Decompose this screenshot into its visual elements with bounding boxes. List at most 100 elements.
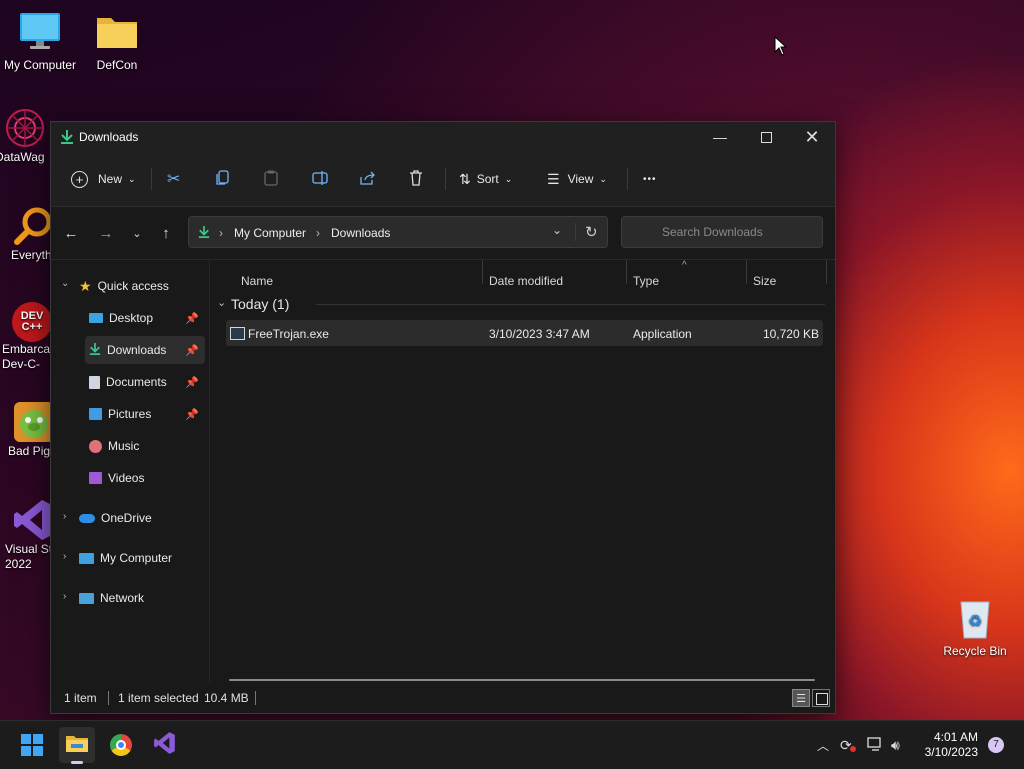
sidebar-item-videos[interactable]: Videos xyxy=(85,464,205,492)
navigation-pane: ⌄ ★ Quick access Desktop 📌 Downloads 📌 D… xyxy=(51,260,210,683)
recycle-bin-icon: ♻ xyxy=(953,596,997,640)
document-icon xyxy=(89,375,100,389)
new-button[interactable]: + New ⌄ xyxy=(71,164,136,194)
desktop-icon-label: Recycle Bin xyxy=(943,644,1007,658)
paste-button[interactable] xyxy=(264,164,278,194)
recent-locations-button[interactable]: ⌄ xyxy=(125,221,149,245)
chevron-right-icon[interactable]: › xyxy=(63,591,66,602)
close-button[interactable]: ✕ xyxy=(789,122,835,152)
column-divider[interactable] xyxy=(826,260,827,284)
address-bar[interactable]: › My Computer › Downloads ⌄ ↻ xyxy=(188,216,608,248)
monitor-icon xyxy=(79,552,94,564)
desktop-icon-label: DefCon xyxy=(96,58,138,72)
column-divider[interactable] xyxy=(482,260,483,284)
taskbar-visual-studio[interactable] xyxy=(147,727,183,763)
view-icon: ☰ xyxy=(547,170,560,187)
sidebar-item-label: Pictures xyxy=(108,407,152,421)
column-header-size[interactable]: Size xyxy=(753,274,776,288)
search-input[interactable] xyxy=(621,216,823,248)
mouse-cursor-icon xyxy=(774,35,788,61)
sidebar-item-my-computer[interactable]: My Computer xyxy=(79,544,205,572)
pin-icon[interactable]: 📌 xyxy=(185,376,199,389)
taskbar-chrome[interactable] xyxy=(103,727,139,763)
desktop-icon-recycle-bin[interactable]: ♻ Recycle Bin xyxy=(935,596,1015,659)
address-history-chevron-icon[interactable]: ⌄ xyxy=(552,223,562,237)
minimize-button[interactable]: — xyxy=(697,122,743,152)
folder-icon xyxy=(65,733,89,758)
sync-icon[interactable]: ⟳ xyxy=(840,737,856,754)
cut-button[interactable]: ✂ xyxy=(167,164,180,194)
pin-icon[interactable]: 📌 xyxy=(185,408,199,421)
notification-badge[interactable]: 7 xyxy=(988,737,1004,753)
column-header-name[interactable]: Name xyxy=(241,274,273,288)
horizontal-scrollbar[interactable] xyxy=(229,679,815,681)
chevron-down-icon[interactable]: ⌄ xyxy=(217,296,226,309)
share-button[interactable] xyxy=(360,164,376,194)
up-button[interactable]: ↑ xyxy=(154,221,178,245)
minimize-icon: — xyxy=(713,129,727,145)
back-button[interactable]: ← xyxy=(59,221,83,245)
chevron-down-icon: ⌄ xyxy=(599,173,607,184)
forward-button[interactable]: → xyxy=(94,221,118,245)
arrow-up-icon: ↑ xyxy=(162,224,170,242)
column-header-type[interactable]: Type xyxy=(633,274,659,288)
tiles-view-button[interactable] xyxy=(812,689,830,707)
show-hidden-icons-chevron-up-icon[interactable]: ︿ xyxy=(817,737,829,754)
file-list: Name Date modified Type ^ Size ⌄ Today (… xyxy=(211,260,835,683)
pin-icon[interactable]: 📌 xyxy=(185,312,199,325)
more-options-button[interactable]: ••• xyxy=(643,164,657,194)
desktop-icon-my-computer[interactable]: My Computer xyxy=(0,10,80,73)
file-type: Application xyxy=(633,327,692,341)
chevron-down-icon: ⌄ xyxy=(504,173,513,184)
maximize-icon xyxy=(760,131,772,143)
chevron-right-icon[interactable]: › xyxy=(63,511,66,522)
music-icon xyxy=(89,439,102,453)
rename-icon xyxy=(312,170,328,188)
breadcrumb-downloads[interactable]: Downloads xyxy=(331,226,390,240)
devcpp-icon: DEV C++ xyxy=(12,302,52,342)
sidebar-item-label: Music xyxy=(108,439,140,453)
sidebar-item-network[interactable]: Network xyxy=(79,584,205,612)
toolbar-divider xyxy=(445,168,446,190)
column-header-date-modified[interactable]: Date modified xyxy=(489,274,563,288)
chevron-down-icon[interactable]: ⌄ xyxy=(61,278,69,289)
file-name: FreeTrojan.exe xyxy=(248,327,329,341)
details-view-button[interactable]: ☰ xyxy=(792,689,810,707)
title-bar[interactable]: Downloads — ✕ xyxy=(51,122,835,152)
pin-icon[interactable]: 📌 xyxy=(185,344,199,357)
toolbar-divider xyxy=(627,168,628,190)
volume-icon[interactable]: 🔊︎ xyxy=(891,737,900,754)
status-divider xyxy=(108,691,109,705)
sidebar-item-quick-access[interactable]: ★ Quick access xyxy=(79,272,205,300)
sidebar-item-desktop[interactable]: Desktop 📌 xyxy=(85,304,205,332)
chevron-down-icon: ⌄ xyxy=(132,227,142,240)
delete-button[interactable] xyxy=(409,164,423,194)
sidebar-item-documents[interactable]: Documents 📌 xyxy=(85,368,205,396)
desktop-icon-defcon[interactable]: DefCon xyxy=(77,10,157,73)
plus-circle-icon: + xyxy=(71,170,88,188)
view-button[interactable]: ☰ View ⌄ xyxy=(547,164,607,194)
sort-button[interactable]: ⇅ Sort ⌄ xyxy=(459,164,512,194)
breadcrumb-my-computer[interactable]: My Computer xyxy=(234,226,306,240)
system-clock[interactable]: 4:01 AM 3/10/2023 xyxy=(925,730,978,760)
start-button[interactable] xyxy=(14,727,50,763)
rename-button[interactable] xyxy=(312,164,328,194)
selection-count: 1 item selected xyxy=(118,691,199,705)
file-row[interactable]: FreeTrojan.exe 3/10/2023 3:47 AM Applica… xyxy=(226,320,823,346)
network-tray-icon[interactable] xyxy=(867,737,883,754)
taskbar-file-explorer[interactable] xyxy=(59,727,95,764)
status-bar: 1 item 1 item selected 10.4 MB ☰ xyxy=(51,683,835,713)
column-divider[interactable] xyxy=(626,260,627,284)
sidebar-item-music[interactable]: Music xyxy=(85,432,205,460)
view-button-label: View xyxy=(567,172,594,186)
sidebar-item-downloads[interactable]: Downloads 📌 xyxy=(85,336,205,364)
column-divider[interactable] xyxy=(746,260,747,284)
sidebar-item-pictures[interactable]: Pictures 📌 xyxy=(85,400,205,428)
copy-button[interactable] xyxy=(216,164,230,194)
sidebar-item-label: Desktop xyxy=(109,311,154,325)
chevron-right-icon[interactable]: › xyxy=(63,551,66,562)
sidebar-item-onedrive[interactable]: OneDrive xyxy=(79,504,205,532)
maximize-button[interactable] xyxy=(743,122,789,152)
group-header-today[interactable]: Today (1) xyxy=(231,296,289,312)
refresh-icon[interactable]: ↻ xyxy=(585,223,598,241)
